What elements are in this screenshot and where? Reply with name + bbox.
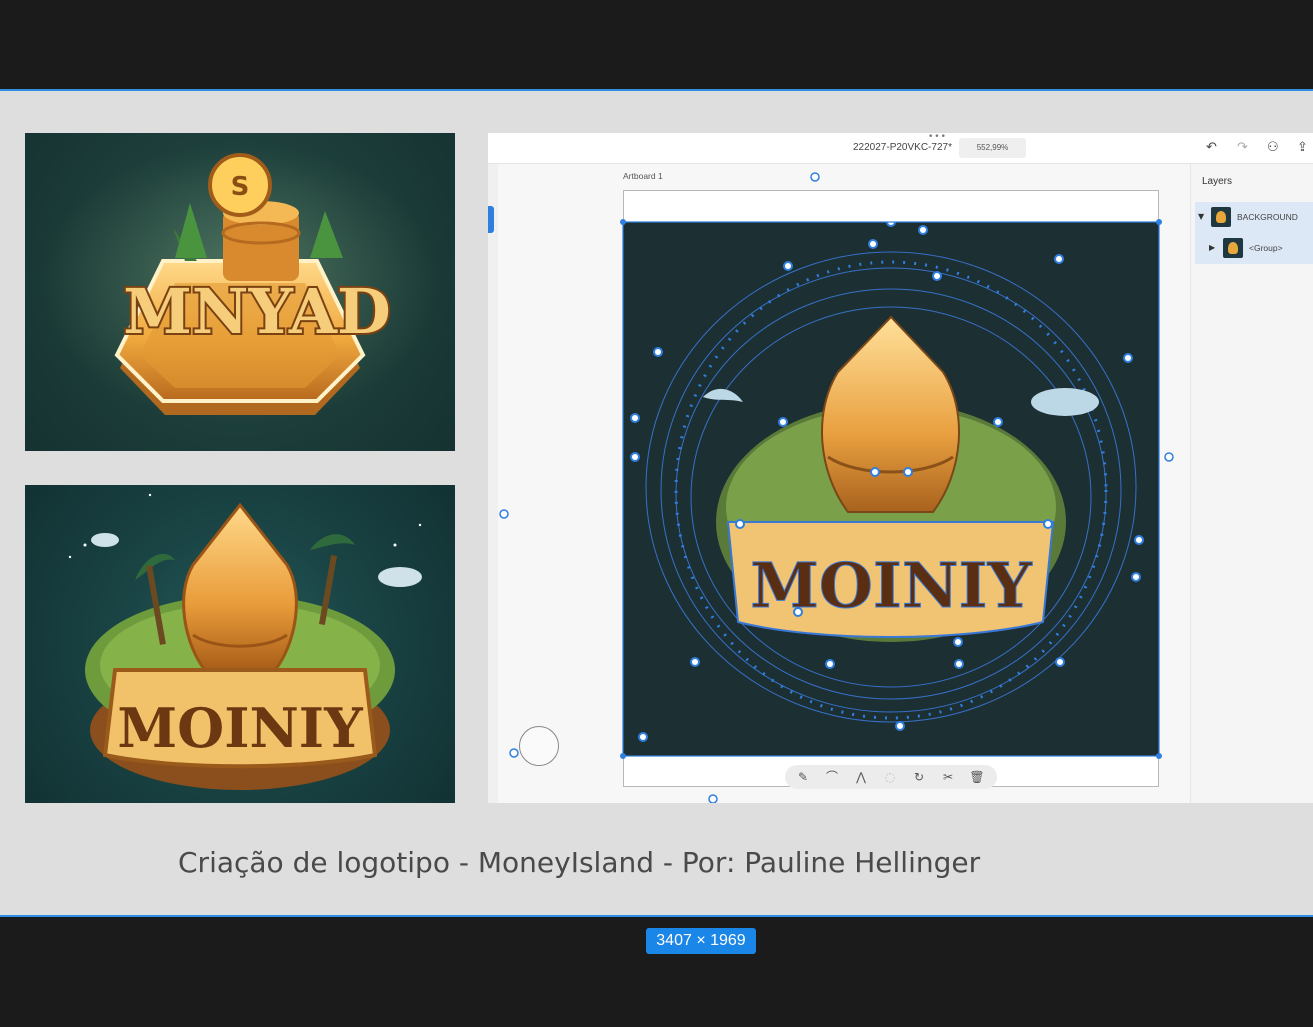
smooth-icon[interactable]: ◌: [880, 768, 900, 786]
export-icon[interactable]: ⇪: [1297, 140, 1308, 156]
top-letterbox: [0, 0, 1313, 89]
layer-label: <Group>: [1249, 243, 1283, 253]
rotation-pivot-ring[interactable]: [519, 726, 559, 766]
layers-panel: Layers ▼ BACKGROUND ▶ <Group>: [1190, 164, 1313, 803]
layer-row-group[interactable]: ▶ <Group>: [1195, 233, 1313, 264]
logo-1-text: MNYAD: [123, 275, 390, 348]
cut-path-icon[interactable]: ✂: [938, 768, 958, 786]
add-anchor-icon[interactable]: ⌒: [822, 768, 842, 786]
curvature-icon[interactable]: ↻: [909, 768, 929, 786]
delete-icon[interactable]: 🗑: [967, 768, 987, 786]
coin-symbol: S: [231, 172, 250, 202]
pen-tool-icon[interactable]: ✎: [793, 768, 813, 786]
drag-handle-icon[interactable]: •••: [928, 133, 947, 142]
layer-row-background[interactable]: ▼ BACKGROUND: [1195, 202, 1313, 233]
caret-right-icon[interactable]: ▶: [1209, 243, 1215, 252]
active-tool-indicator[interactable]: [488, 206, 494, 233]
layer-label: BACKGROUND: [1237, 212, 1298, 222]
layer-thumbnail: [1211, 207, 1231, 227]
slide-caption: Criação de logotipo - MoneyIsland - Por:…: [178, 846, 981, 879]
share-user-icon[interactable]: ⚇: [1267, 140, 1279, 156]
logo-2-text: MOINIY: [117, 696, 364, 760]
selected-artwork[interactable]: MOINIY: [623, 222, 1159, 756]
presentation-slide: S MNYAD MOINIY ••• 222027-P20VKC-727* 55…: [0, 89, 1313, 917]
logo-3-text: MOINIY: [750, 549, 1032, 622]
logo-concept-2-art: MOINIY: [68, 493, 422, 790]
logo-concept-1: S MNYAD: [25, 133, 455, 451]
layers-panel-title: Layers: [1202, 176, 1233, 187]
path-edit-toolbar: ✎ ⌒ ⋀ ◌ ↻ ✂ 🗑: [785, 765, 997, 789]
layer-thumbnail: [1223, 238, 1243, 258]
zoom-level-field[interactable]: 552,99%: [959, 138, 1026, 158]
logo-concept-2: MOINIY: [25, 485, 455, 803]
left-tool-gutter: [488, 164, 498, 803]
vector-editor-window: ••• 222027-P20VKC-727* 552,99% ↶ ↷ ⚇ ⇪ A…: [488, 133, 1313, 803]
document-title: 222027-P20VKC-727*: [853, 142, 952, 153]
editor-top-bar: ••• 222027-P20VKC-727* 552,99% ↶ ↷ ⚇ ⇪: [488, 133, 1313, 164]
traced-logo-art: MOINIY: [630, 222, 1144, 742]
image-dimensions-badge: 3407 × 1969: [646, 928, 756, 954]
logo-concept-1-art: S MNYAD: [40, 143, 440, 423]
caret-down-icon[interactable]: ▼: [1198, 212, 1204, 221]
redo-icon[interactable]: ↷: [1237, 140, 1248, 156]
artboard-label[interactable]: Artboard 1: [623, 171, 663, 181]
undo-icon[interactable]: ↶: [1206, 140, 1217, 156]
convert-anchor-icon[interactable]: ⋀: [851, 768, 871, 786]
